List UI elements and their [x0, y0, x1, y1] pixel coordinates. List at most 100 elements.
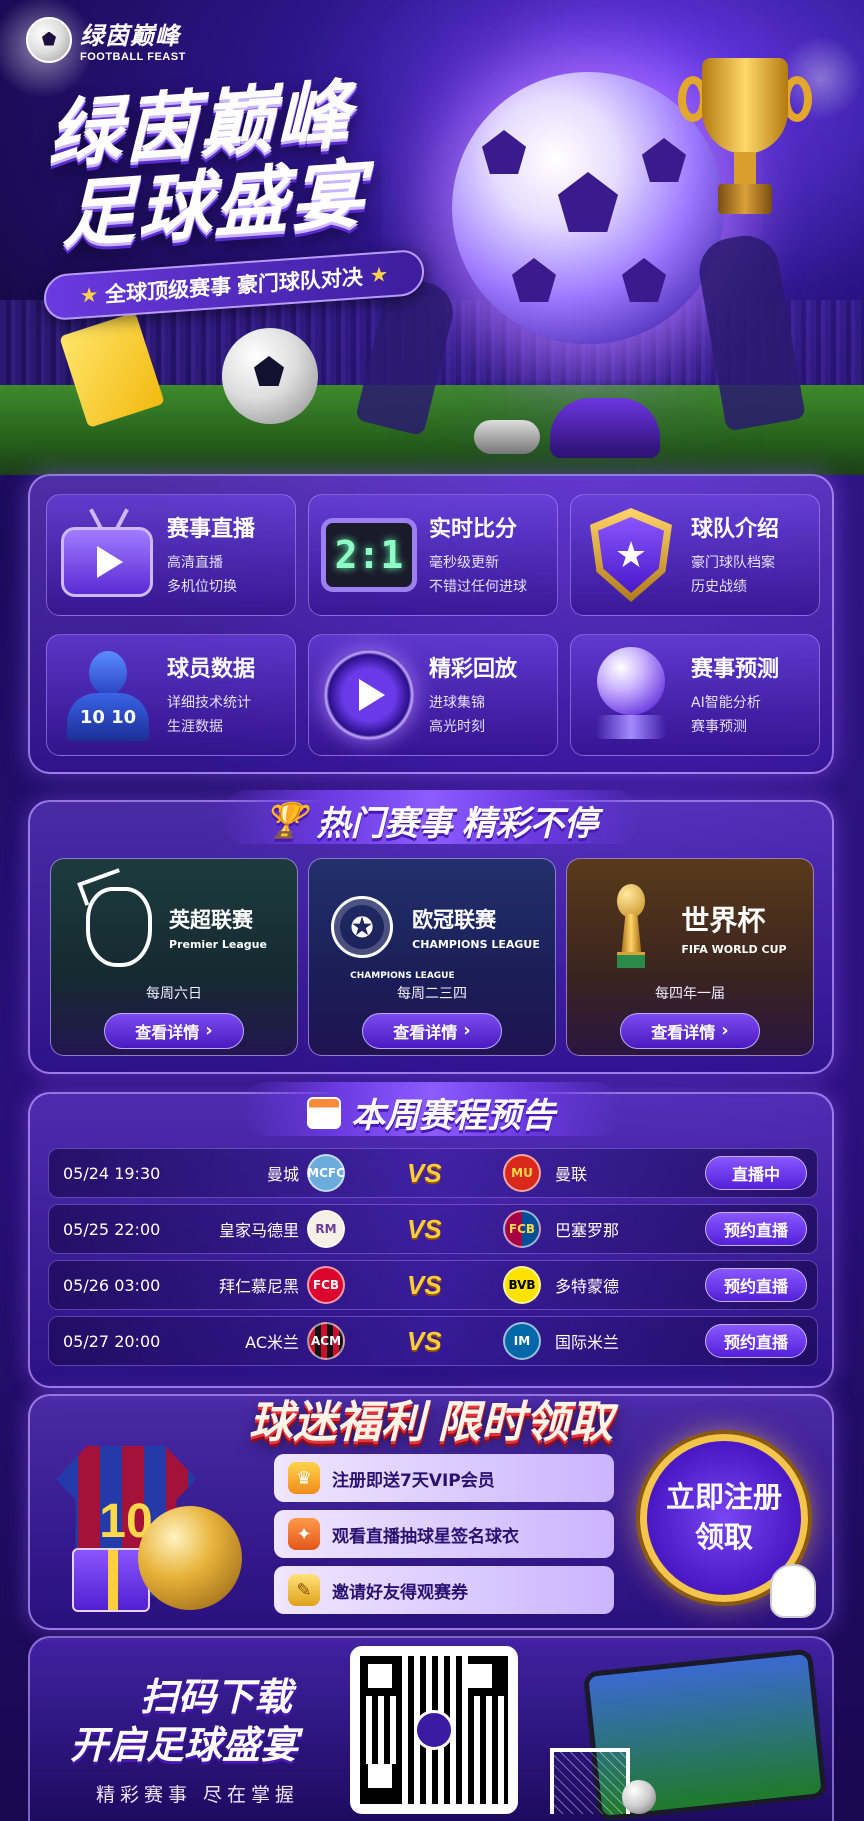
- cta-line1: 立即注册: [665, 1482, 782, 1514]
- home-team: 皇家马德里: [218, 1221, 299, 1240]
- away-team: 曼联: [555, 1165, 588, 1184]
- premier-league-lion-icon: [81, 883, 157, 971]
- brand-name-cn: 绿茵巅峰: [80, 23, 180, 50]
- view-details-button[interactable]: 查看详情 ›: [362, 1013, 502, 1049]
- feature-card-teams[interactable]: ★ 球队介绍 豪门球队档案 历史战绩: [570, 494, 820, 616]
- feature-desc: 进球集锦: [429, 695, 485, 711]
- away-team: 巴塞罗那: [555, 1221, 620, 1240]
- trophy-icon: 🏆: [264, 801, 307, 840]
- promo-page: 绿茵巅峰 FOOTBALL FEAST 绿茵巅峰 足球盛宴 ★ 全球顶级赛事 豪…: [0, 0, 864, 1821]
- hero-title-line2: 足球盛宴: [62, 152, 366, 257]
- feature-desc: 历史战绩: [691, 579, 747, 595]
- download-panel: 扫码下载 开启足球盛宴 精彩赛事 尽在掌握: [28, 1636, 834, 1821]
- league-name-en: CHAMPIONS LEAGUE: [412, 937, 540, 951]
- feature-desc: 生涯数据: [167, 719, 223, 735]
- benefit-item-vip[interactable]: ♛ 注册即送7天VIP会员: [274, 1454, 614, 1502]
- champions-league-starball-icon: ✪: [324, 883, 400, 971]
- shield-star-icon: ★: [581, 505, 681, 605]
- pointing-hand-icon: [770, 1564, 816, 1618]
- feature-title: 赛事预测: [691, 656, 780, 681]
- vs-label: VS: [407, 1269, 442, 1300]
- away-team-badge-icon: BVB: [503, 1266, 541, 1304]
- vs-label: VS: [407, 1325, 442, 1356]
- home-team: AC米兰: [245, 1333, 299, 1352]
- feature-desc: 详细技术统计: [167, 695, 251, 711]
- feature-desc: 高光时刻: [429, 719, 485, 735]
- reserve-live-button[interactable]: 预约直播: [705, 1268, 807, 1302]
- feature-desc: 赛事预测: [691, 719, 747, 735]
- soccer-ball-icon: [414, 1710, 454, 1750]
- ball-panel: [558, 172, 618, 232]
- match-row[interactable]: 05/27 20:00 AC米兰 ACM VS IM 国际米兰 预约直播: [48, 1316, 818, 1366]
- league-name: 英超联赛: [169, 908, 254, 932]
- home-team-badge-icon: ACM: [307, 1322, 345, 1360]
- whistle-icon: [474, 420, 540, 454]
- feature-title: 赛事直播: [167, 516, 256, 541]
- match-row[interactable]: 05/25 22:00 皇家马德里 RM VS FCB 巴塞罗那 预约直播: [48, 1204, 818, 1254]
- feature-card-players[interactable]: 10 10 球员数据 详细技术统计 生涯数据: [46, 634, 296, 756]
- home-team: 拜仁慕尼黑: [218, 1277, 299, 1296]
- ball-panel: [482, 130, 526, 174]
- feature-card-predict[interactable]: 赛事预测 AI智能分析 赛事预测: [570, 634, 820, 756]
- player-icon: 10 10: [57, 645, 157, 745]
- hero-banner: 绿茵巅峰 FOOTBALL FEAST 绿茵巅峰 足球盛宴 ★ 全球顶级赛事 豪…: [0, 0, 864, 475]
- reserve-live-button[interactable]: 预约直播: [705, 1212, 807, 1246]
- fan-benefits-panel: 球迷福利 限时领取 10 ♛ 注册即送7天VIP会员 ✦ 观看直播抽球星签名球衣…: [28, 1394, 834, 1630]
- calendar-icon: [307, 1096, 341, 1129]
- feature-title: 球队介绍: [691, 516, 780, 541]
- home-team: 曼城: [266, 1165, 299, 1184]
- benefit-item-ticket[interactable]: ✎ 邀请好友得观赛券: [274, 1566, 614, 1614]
- feature-desc: 不错过任何进球: [429, 579, 527, 595]
- hot-leagues-panel: 🏆 热门赛事 精彩不停 英超联赛 Premier League 每周六日 查看详…: [28, 790, 834, 1074]
- feature-title: 球员数据: [167, 656, 256, 681]
- star-icon: ★: [80, 284, 98, 306]
- feature-card-score[interactable]: 2:1 实时比分 毫秒级更新 不错过任何进球: [308, 494, 558, 616]
- match-row[interactable]: 05/26 03:00 拜仁慕尼黑 FCB VS BVB 多特蒙德 预约直播: [48, 1260, 818, 1310]
- emblem-text: CHAMPIONS LEAGUE: [350, 971, 455, 981]
- match-time: 05/26 03:00: [63, 1275, 161, 1295]
- feature-card-replay[interactable]: 精彩回放 进球集锦 高光时刻: [308, 634, 558, 756]
- league-card-world-cup[interactable]: 世界杯 FIFA WORLD CUP 每四年一届 查看详情 ›: [566, 858, 814, 1056]
- world-cup-trophy-icon: [593, 883, 669, 971]
- qr-code[interactable]: [350, 1646, 518, 1814]
- match-time: 05/24 19:30: [63, 1163, 161, 1183]
- football-boots-icon: [550, 398, 660, 458]
- feature-desc: 豪门球队档案: [691, 555, 775, 571]
- away-team: 多特蒙德: [555, 1277, 620, 1296]
- feature-card-live[interactable]: 赛事直播 高清直播 多机位切换: [46, 494, 296, 616]
- match-time: 05/27 20:00: [63, 1331, 161, 1351]
- league-card-champions-league[interactable]: ✪ CHAMPIONS LEAGUE 欧冠联赛 CHAMPIONS LEAGUE…: [308, 858, 556, 1056]
- section-title: 本周赛程预告: [307, 1088, 555, 1137]
- benefit-label: 注册即送7天VIP会员: [332, 1470, 495, 1491]
- league-schedule: 每四年一届: [655, 986, 725, 1002]
- feature-title: 精彩回放: [429, 656, 518, 681]
- feature-desc: 毫秒级更新: [429, 555, 499, 571]
- reserve-live-button[interactable]: 预约直播: [705, 1324, 807, 1358]
- features-panel: 赛事直播 高清直播 多机位切换 2:1 实时比分 毫秒级更新 不错过任何进球 ★…: [28, 474, 834, 774]
- brand-logo[interactable]: 绿茵巅峰 FOOTBALL FEAST: [26, 16, 186, 63]
- qr-code-pattern: [360, 1656, 508, 1804]
- soccer-ball-icon: [622, 1780, 656, 1814]
- golden-ball-icon: [138, 1506, 242, 1610]
- match-row[interactable]: 05/24 19:30 曼城 MCFC VS MU 曼联 直播中: [48, 1148, 818, 1198]
- away-team-badge-icon: IM: [503, 1322, 541, 1360]
- feature-title: 实时比分: [429, 516, 518, 541]
- match-list: 05/24 19:30 曼城 MCFC VS MU 曼联 直播中 05/25 2…: [48, 1148, 818, 1372]
- brand-text: 绿茵巅峰 FOOTBALL FEAST: [80, 16, 186, 63]
- home-team-badge-icon: FCB: [307, 1266, 345, 1304]
- tv-play-icon: [57, 505, 157, 605]
- leagues-title: 热门赛事 精彩不停: [316, 805, 598, 843]
- live-now-button[interactable]: 直播中: [705, 1156, 807, 1190]
- league-schedule: 每周二三四: [397, 986, 467, 1002]
- view-details-button[interactable]: 查看详情 ›: [620, 1013, 760, 1049]
- home-team-badge-icon: MCFC: [307, 1154, 345, 1192]
- feature-desc: AI智能分析: [691, 695, 761, 711]
- benefits-title: 球迷福利 限时领取: [248, 1398, 614, 1447]
- gift-icon: ✦: [288, 1518, 320, 1550]
- view-details-button[interactable]: 查看详情 ›: [104, 1013, 244, 1049]
- league-cards: 英超联赛 Premier League 每周六日 查看详情 › ✪ CHAMPIO…: [50, 858, 814, 1056]
- league-card-premier-league[interactable]: 英超联赛 Premier League 每周六日 查看详情 ›: [50, 858, 298, 1056]
- away-team-badge-icon: MU: [503, 1154, 541, 1192]
- benefit-item-jersey-draw[interactable]: ✦ 观看直播抽球星签名球衣: [274, 1510, 614, 1558]
- star-icon: ★: [370, 263, 388, 285]
